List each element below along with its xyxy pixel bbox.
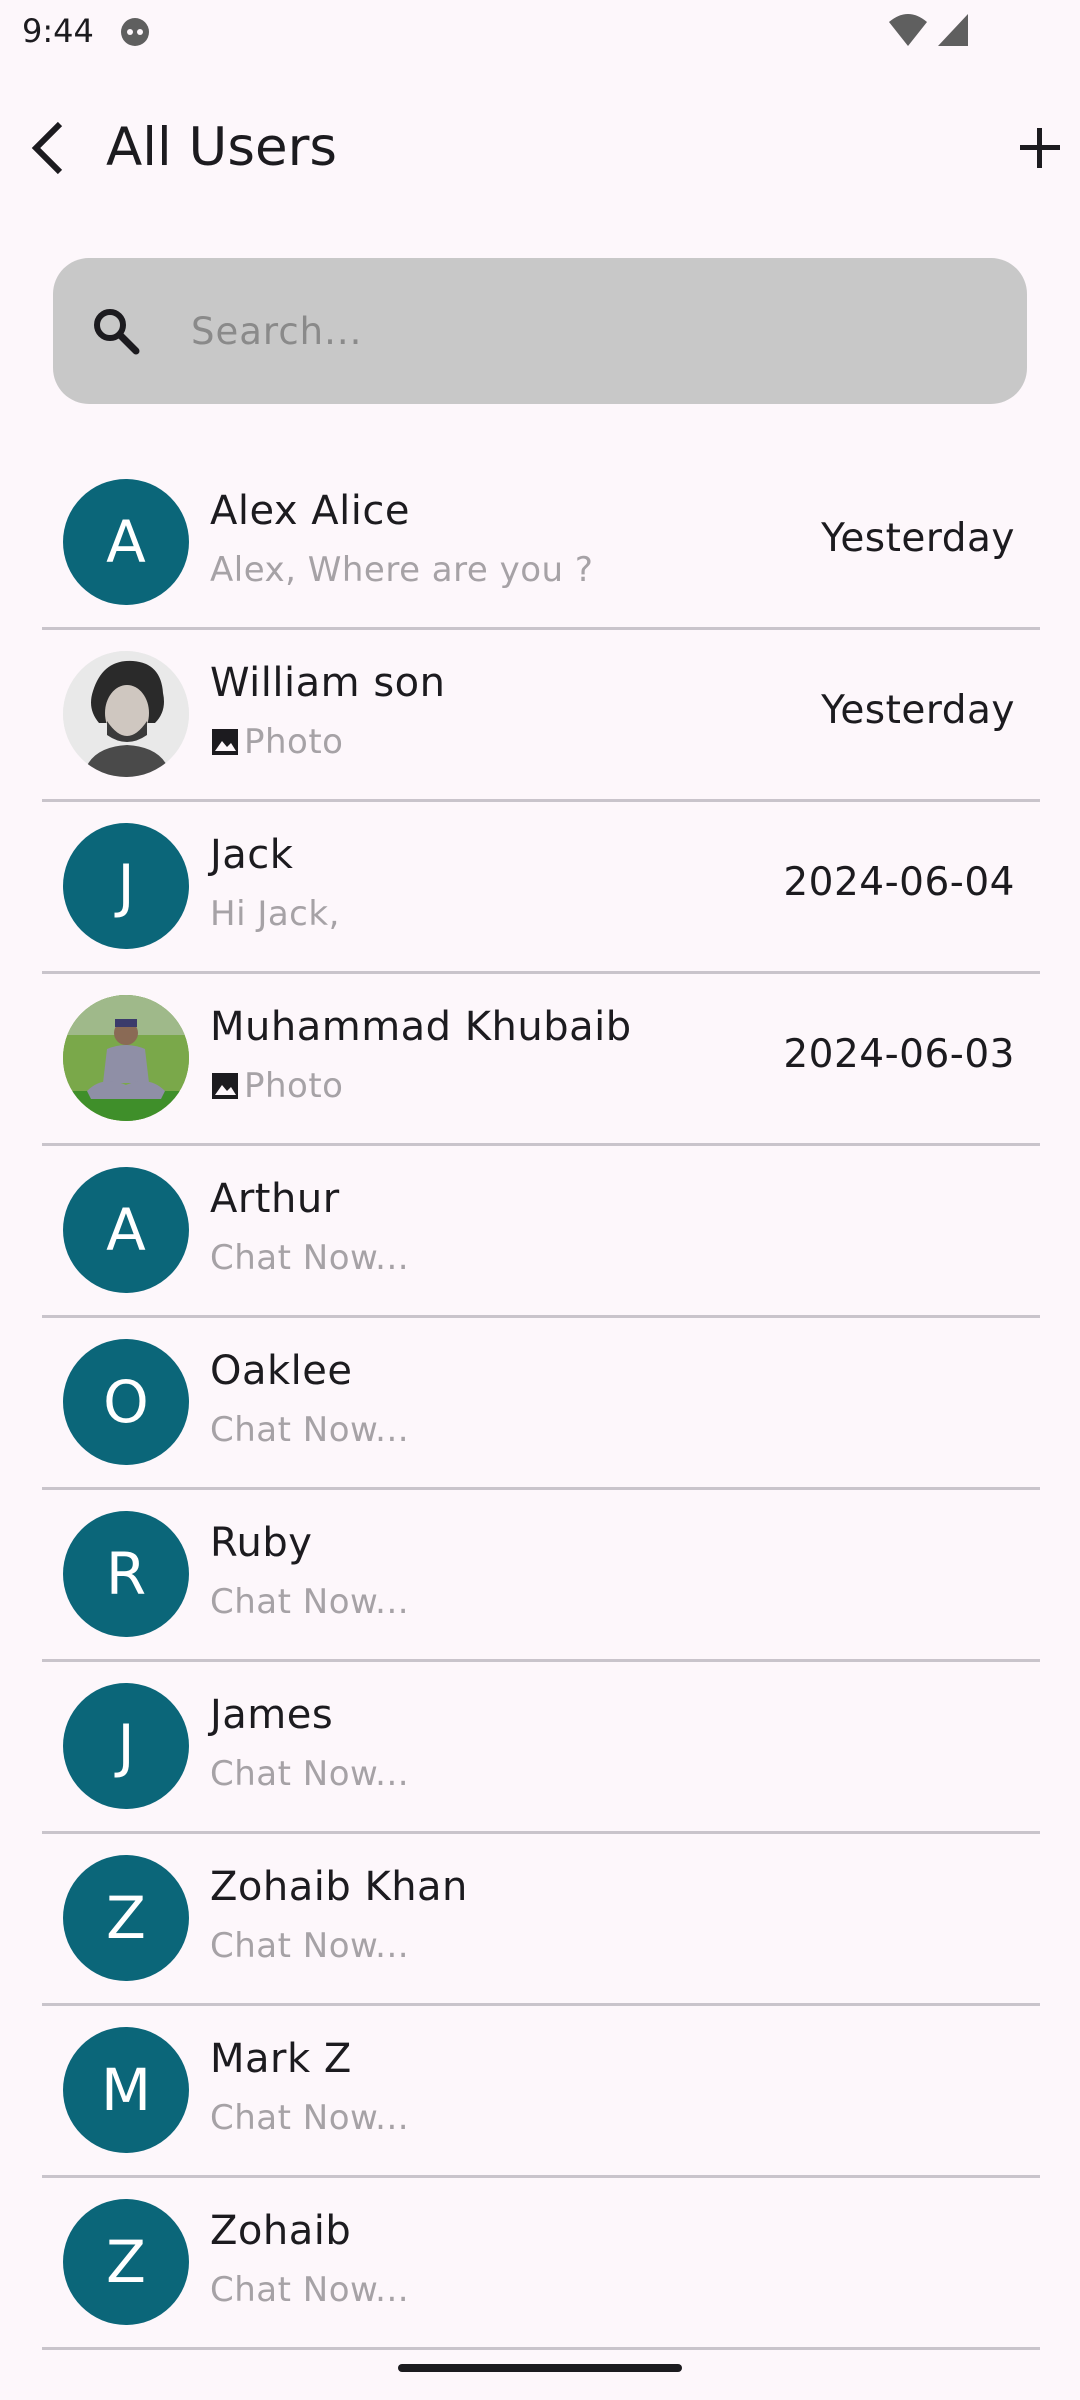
- message-timestamp: 2024-06-03: [783, 1032, 1015, 1077]
- add-user-button[interactable]: [1006, 114, 1074, 182]
- search-icon: [94, 309, 140, 355]
- contact-name: Zohaib Khan: [210, 1864, 468, 1910]
- message-preview: Chat Now...: [210, 1238, 409, 1278]
- message-preview-text: Alex, Where are you ?: [210, 550, 594, 590]
- contact-name: James: [210, 1692, 334, 1738]
- message-preview-text: Chat Now...: [210, 1238, 410, 1278]
- avatar-initial: O: [103, 1368, 149, 1436]
- image-icon: [212, 1073, 238, 1099]
- contact-name: Muhammad Khubaib: [210, 1004, 632, 1050]
- avatar: A: [63, 1167, 189, 1293]
- chat-list-item[interactable]: A Arthur Chat Now...: [42, 1146, 1040, 1318]
- contact-name: Arthur: [210, 1176, 340, 1222]
- avatar: A: [63, 479, 189, 605]
- contact-name: Zohaib: [210, 2208, 352, 2254]
- contact-name: Oaklee: [210, 1348, 353, 1394]
- search-input[interactable]: [191, 288, 991, 374]
- signal-icon: [938, 14, 968, 46]
- status-time: 9:44: [22, 12, 94, 50]
- message-preview-text: Chat Now...: [210, 1926, 410, 1966]
- face-notification-icon: [121, 18, 149, 46]
- message-preview-text: Hi Jack,: [210, 894, 340, 934]
- top-app-bar: All Users: [0, 100, 1080, 196]
- avatar: J: [63, 823, 189, 949]
- message-timestamp: Yesterday: [821, 688, 1015, 733]
- message-preview: Photo: [210, 722, 344, 762]
- avatar-initial: A: [106, 1196, 146, 1264]
- image-icon: [212, 729, 238, 755]
- contact-name: Ruby: [210, 1520, 313, 1566]
- avatar: M: [63, 2027, 189, 2153]
- arrow-back-icon: [31, 121, 63, 175]
- home-gesture-bar[interactable]: [398, 2364, 682, 2372]
- wifi-icon: [889, 14, 927, 46]
- message-preview: Chat Now...: [210, 1754, 409, 1794]
- avatar: R: [63, 1511, 189, 1637]
- chat-list-item[interactable]: M Mark Z Chat Now...: [42, 2006, 1040, 2178]
- plus-icon: [1020, 128, 1060, 168]
- avatar-initial: J: [117, 1712, 135, 1780]
- message-preview: Photo: [210, 1066, 344, 1106]
- chat-list-item[interactable]: A Alex Alice Alex, Where are you ? Yeste…: [42, 458, 1040, 630]
- chat-list-item[interactable]: R Ruby Chat Now...: [42, 1490, 1040, 1662]
- message-preview-text: Photo: [244, 722, 344, 762]
- message-preview-text: Photo: [244, 1066, 344, 1106]
- chat-list-item[interactable]: Z Zohaib Khan Chat Now...: [42, 1834, 1040, 2006]
- message-preview: Chat Now...: [210, 1582, 409, 1622]
- message-preview-text: Chat Now...: [210, 2270, 410, 2310]
- message-preview-text: Chat Now...: [210, 2098, 410, 2138]
- avatar-photo: [63, 651, 189, 777]
- message-preview: Hi Jack,: [210, 894, 340, 934]
- avatar-initial: R: [105, 1540, 147, 1608]
- contact-name: Jack: [210, 832, 294, 878]
- message-timestamp: 2024-06-04: [783, 860, 1015, 905]
- chat-list-item[interactable]: Muhammad Khubaib Photo 2024-06-03: [42, 974, 1040, 1146]
- avatar: Z: [63, 2199, 189, 2325]
- avatar-initial: M: [100, 2056, 152, 2124]
- avatar-initial: Z: [106, 1884, 146, 1952]
- message-preview: Alex, Where are you ?: [210, 550, 593, 590]
- status-bar: 9:44: [0, 0, 1080, 62]
- profile-photo-man-icon: [63, 651, 189, 777]
- chat-list-item[interactable]: J Jack Hi Jack, 2024-06-04: [42, 802, 1040, 974]
- back-button[interactable]: [14, 114, 82, 182]
- message-preview: Chat Now...: [210, 2098, 409, 2138]
- avatar: Z: [63, 1855, 189, 1981]
- avatar: J: [63, 1683, 189, 1809]
- search-bar[interactable]: [53, 258, 1027, 404]
- message-timestamp: Yesterday: [821, 516, 1015, 561]
- chat-list: A Alex Alice Alex, Where are you ? Yeste…: [42, 458, 1040, 2350]
- contact-name: Mark Z: [210, 2036, 352, 2082]
- page-title: All Users: [106, 117, 337, 178]
- chat-list-item[interactable]: William son Photo Yesterday: [42, 630, 1040, 802]
- message-preview-text: Chat Now...: [210, 1754, 410, 1794]
- avatar-initial: Z: [106, 2228, 146, 2296]
- chat-list-item[interactable]: J James Chat Now...: [42, 1662, 1040, 1834]
- chat-list-item[interactable]: Z Zohaib Chat Now...: [42, 2178, 1040, 2350]
- message-preview: Chat Now...: [210, 1410, 409, 1450]
- message-preview-text: Chat Now...: [210, 1410, 410, 1450]
- message-preview: Chat Now...: [210, 1926, 409, 1966]
- contact-name: William son: [210, 660, 446, 706]
- avatar-photo: [63, 995, 189, 1121]
- contact-name: Alex Alice: [210, 488, 410, 534]
- avatar-initial: A: [106, 508, 146, 576]
- avatar-initial: J: [117, 852, 135, 920]
- profile-photo-person-icon: [63, 995, 189, 1121]
- message-preview: Chat Now...: [210, 2270, 409, 2310]
- chat-list-item[interactable]: O Oaklee Chat Now...: [42, 1318, 1040, 1490]
- avatar: O: [63, 1339, 189, 1465]
- message-preview-text: Chat Now...: [210, 1582, 410, 1622]
